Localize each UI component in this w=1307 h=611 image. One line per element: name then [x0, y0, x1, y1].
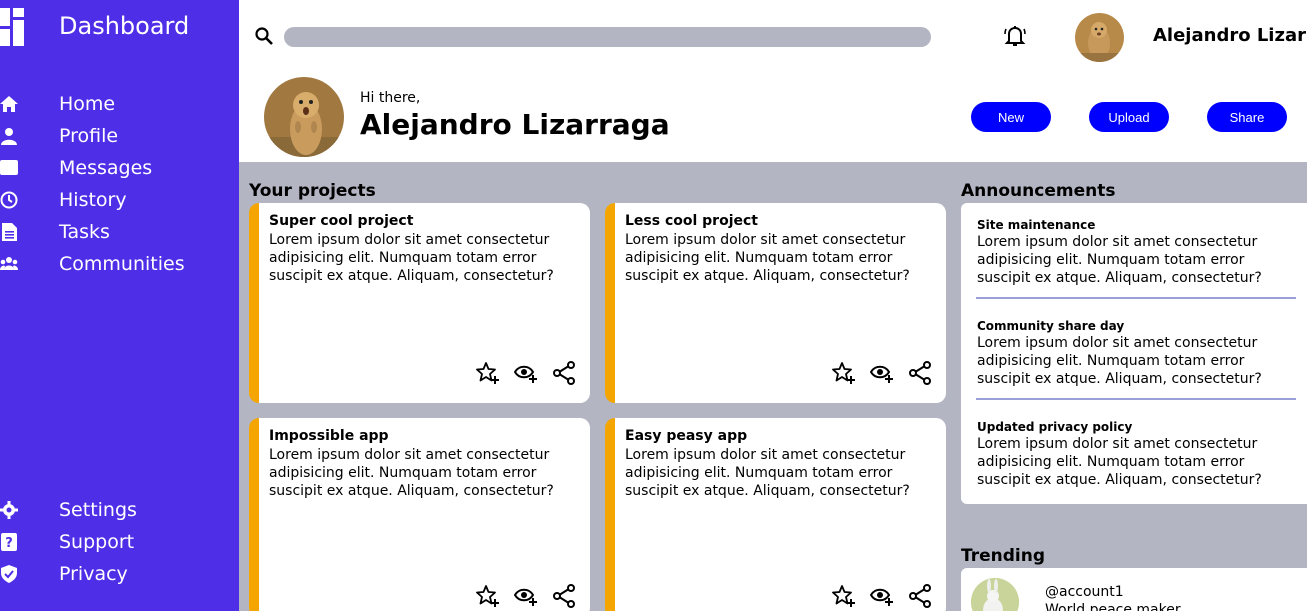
watch-add-icon[interactable]	[513, 584, 538, 608]
home-icon	[0, 95, 18, 113]
search-icon[interactable]	[254, 26, 274, 46]
project-title: Super cool project	[269, 213, 414, 229]
star-add-icon[interactable]	[832, 584, 856, 608]
avatar[interactable]	[1075, 13, 1124, 62]
share-icon[interactable]	[552, 584, 576, 608]
project-description: Lorem ipsum dolor sit amet consectetur a…	[625, 447, 910, 499]
divider	[976, 297, 1296, 299]
project-description: Lorem ipsum dolor sit amet consectetur a…	[269, 447, 554, 499]
star-add-icon[interactable]	[832, 361, 856, 385]
trending-panel: @account1 World peace maker	[961, 568, 1307, 611]
project-description: Lorem ipsum dolor sit amet consectetur a…	[269, 232, 554, 284]
document-icon	[0, 223, 18, 241]
project-actions	[832, 584, 932, 608]
greeting: Hi there,	[360, 90, 421, 106]
trending-account[interactable]: @account1	[1045, 584, 1124, 600]
sidebar-item-label: History	[59, 189, 127, 211]
sidebar-item-tasks[interactable]: Tasks	[0, 218, 239, 246]
sidebar-item-profile[interactable]: Profile	[0, 122, 239, 150]
sidebar-item-label: Support	[59, 531, 135, 553]
gear-icon	[0, 501, 18, 519]
project-title: Less cool project	[625, 213, 758, 229]
announcements-title: Announcements	[961, 181, 1116, 201]
sidebar-item-settings[interactable]: Settings	[0, 496, 239, 524]
share-icon[interactable]	[908, 584, 932, 608]
divider	[976, 398, 1296, 400]
sidebar-item-label: Privacy	[59, 563, 128, 585]
sidebar-item-privacy[interactable]: Privacy	[0, 560, 239, 588]
sidebar: Dashboard Home Profile Messages History …	[0, 0, 239, 611]
watch-add-icon[interactable]	[869, 361, 894, 385]
share-icon[interactable]	[908, 361, 932, 385]
header: Alejandro Lizarraga Hi there, Alejandro …	[239, 0, 1307, 162]
upload-button[interactable]: Upload	[1089, 102, 1169, 132]
sidebar-item-label: Tasks	[59, 221, 110, 243]
announcement-item[interactable]: Site maintenance Lorem ipsum dolor sit a…	[977, 218, 1295, 287]
avatar[interactable]	[971, 578, 1019, 611]
project-card[interactable]: Impossible app Lorem ipsum dolor sit ame…	[249, 418, 590, 611]
star-add-icon[interactable]	[476, 584, 500, 608]
trending-title: Trending	[961, 546, 1046, 566]
announcement-title: Updated privacy policy	[977, 420, 1133, 434]
new-button[interactable]: New	[971, 102, 1051, 132]
announcement-title: Community share day	[977, 319, 1125, 333]
user-icon	[0, 127, 18, 145]
project-title: Easy peasy app	[625, 428, 748, 444]
share-button[interactable]: Share	[1207, 102, 1287, 132]
share-icon[interactable]	[552, 361, 576, 385]
sidebar-item-communities[interactable]: Communities	[0, 250, 239, 278]
group-icon	[0, 255, 18, 273]
project-actions	[832, 361, 932, 385]
project-card[interactable]: Super cool project Lorem ipsum dolor sit…	[249, 203, 590, 403]
project-title: Impossible app	[269, 428, 389, 444]
sidebar-item-label: Messages	[59, 157, 153, 179]
bell-icon[interactable]	[1002, 23, 1028, 49]
announcements-panel: Site maintenance Lorem ipsum dolor sit a…	[961, 203, 1307, 504]
project-description: Lorem ipsum dolor sit amet consectetur a…	[625, 232, 910, 284]
shield-icon	[0, 565, 18, 583]
announcement-title: Site maintenance	[977, 218, 1096, 232]
star-add-icon[interactable]	[476, 361, 500, 385]
page-title: Alejandro Lizarraga	[360, 108, 670, 141]
projects-title: Your projects	[249, 181, 376, 201]
project-card[interactable]: Easy peasy app Lorem ipsum dolor sit ame…	[605, 418, 946, 611]
message-icon	[0, 159, 18, 177]
svg-text:?: ?	[5, 536, 13, 551]
sidebar-item-label: Home	[59, 93, 116, 115]
sidebar-title: Dashboard	[59, 12, 190, 40]
watch-add-icon[interactable]	[869, 584, 894, 608]
sidebar-item-messages[interactable]: Messages	[0, 154, 239, 182]
announcement-item[interactable]: Updated privacy policy Lorem ipsum dolor…	[977, 420, 1295, 489]
announcement-body: Lorem ipsum dolor sit amet consectetur a…	[977, 234, 1262, 286]
header-user-name[interactable]: Alejandro Lizarraga	[1153, 25, 1307, 46]
profile-avatar	[264, 77, 344, 157]
dashboard-logo-icon	[0, 8, 24, 46]
sidebar-item-label: Settings	[59, 499, 137, 521]
sidebar-item-home[interactable]: Home	[0, 90, 239, 118]
sidebar-item-history[interactable]: History	[0, 186, 239, 214]
watch-add-icon[interactable]	[513, 361, 538, 385]
help-icon: ?	[0, 533, 18, 551]
announcement-item[interactable]: Community share day Lorem ipsum dolor si…	[977, 319, 1295, 388]
search-input[interactable]	[284, 27, 931, 47]
announcement-body: Lorem ipsum dolor sit amet consectetur a…	[977, 335, 1262, 387]
announcement-body: Lorem ipsum dolor sit amet consectetur a…	[977, 436, 1262, 488]
project-actions	[476, 584, 576, 608]
history-icon	[0, 191, 18, 209]
sidebar-item-label: Communities	[59, 253, 185, 275]
trending-description: World peace maker	[1045, 602, 1181, 611]
project-card[interactable]: Less cool project Lorem ipsum dolor sit …	[605, 203, 946, 403]
sidebar-item-label: Profile	[59, 125, 119, 147]
project-actions	[476, 361, 576, 385]
sidebar-item-support[interactable]: ? Support	[0, 528, 239, 556]
